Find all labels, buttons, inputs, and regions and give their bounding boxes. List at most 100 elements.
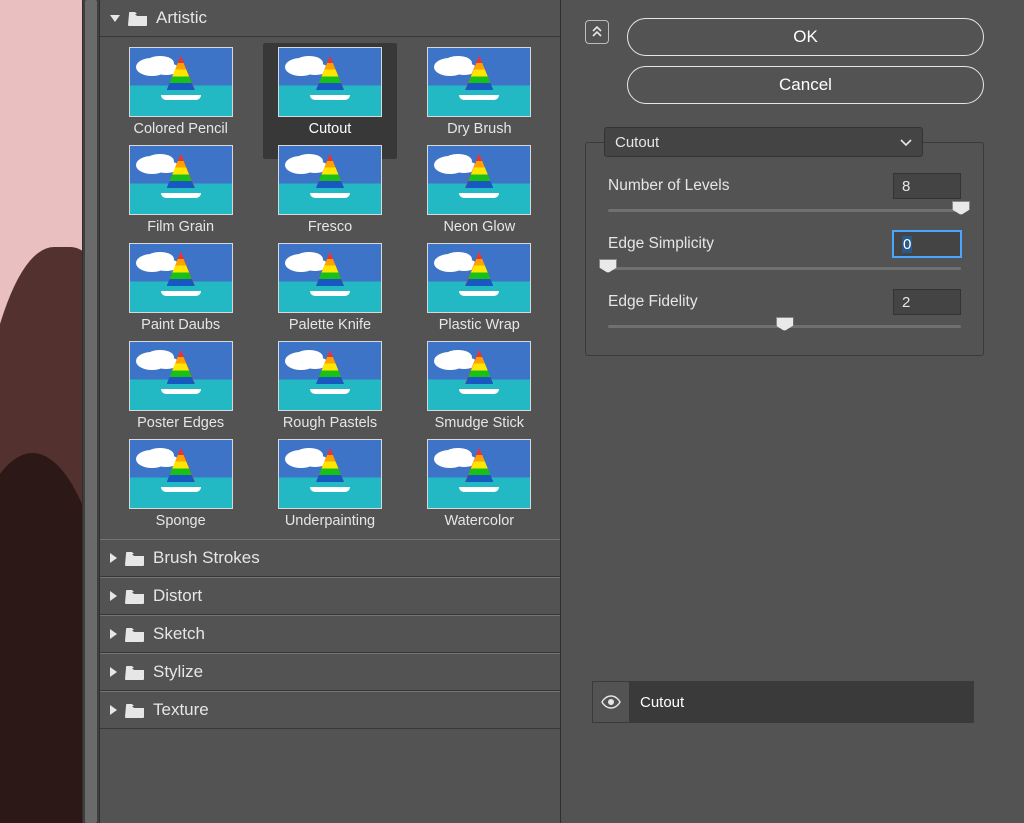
- filter-paint-daubs[interactable]: Paint Daubs: [114, 239, 248, 333]
- filter-plastic-wrap[interactable]: Plastic Wrap: [412, 239, 546, 333]
- slider-thumb[interactable]: [599, 259, 617, 273]
- disclosure-triangle-right-icon: [110, 667, 117, 677]
- category-stylize-header[interactable]: Stylize: [100, 653, 560, 691]
- category-label: Texture: [153, 700, 209, 720]
- category-brush-strokes-header[interactable]: Brush Strokes: [100, 539, 560, 577]
- filter-gallery-panel: Artistic Colored Pencil Cutout Dry Brush Fi…: [100, 0, 561, 823]
- filter-colored-pencil[interactable]: Colored Pencil: [114, 43, 248, 137]
- filter-film-grain[interactable]: Film Grain: [114, 141, 248, 235]
- filter-thumbnail: [427, 145, 531, 215]
- filter-label: Poster Edges: [137, 415, 224, 431]
- eye-icon: [601, 695, 621, 709]
- category-label: Brush Strokes: [153, 548, 260, 568]
- slider-thumb[interactable]: [952, 201, 970, 215]
- number-of-levels-slider[interactable]: [608, 203, 961, 217]
- filter-label: Colored Pencil: [134, 121, 228, 137]
- preview-scrollbar-thumb[interactable]: [85, 0, 97, 823]
- effect-layer-row[interactable]: Cutout: [630, 682, 973, 722]
- disclosure-triangle-right-icon: [110, 705, 117, 715]
- filter-palette-knife[interactable]: Palette Knife: [263, 239, 397, 333]
- disclosure-triangle-right-icon: [110, 591, 117, 601]
- disclosure-triangle-down-icon: [110, 15, 120, 22]
- category-label: Stylize: [153, 662, 203, 682]
- edge-fidelity-slider[interactable]: [608, 319, 961, 333]
- slider-thumb[interactable]: [776, 317, 794, 331]
- edge-simplicity-label: Edge Simplicity: [608, 235, 714, 253]
- folder-icon: [125, 589, 145, 604]
- filter-underpainting[interactable]: Underpainting: [263, 435, 397, 529]
- effect-layers-list: Cutout: [592, 681, 974, 723]
- preview-scrollbar[interactable]: [82, 0, 100, 823]
- number-of-levels-label: Number of Levels: [608, 177, 729, 195]
- filter-thumbnail: [129, 243, 233, 313]
- edge-simplicity-slider[interactable]: [608, 261, 961, 275]
- filter-label: Underpainting: [285, 513, 375, 529]
- filter-thumbnail: [129, 145, 233, 215]
- folder-icon: [125, 703, 145, 718]
- number-of-levels-input[interactable]: 8: [893, 173, 961, 199]
- disclosure-triangle-right-icon: [110, 629, 117, 639]
- category-label: Sketch: [153, 624, 205, 644]
- filter-smudge-stick[interactable]: Smudge Stick: [412, 337, 546, 431]
- filter-label: Sponge: [156, 513, 206, 529]
- filter-poster-edges[interactable]: Poster Edges: [114, 337, 248, 431]
- filter-thumbnail: [278, 341, 382, 411]
- filter-label: Palette Knife: [289, 317, 371, 333]
- cancel-button[interactable]: Cancel: [627, 66, 984, 104]
- edge-simplicity-input[interactable]: 0: [893, 231, 961, 257]
- filter-thumbnail: [427, 439, 531, 509]
- filter-thumbnail: [278, 47, 382, 117]
- category-artistic-label: Artistic: [156, 8, 207, 28]
- filter-thumbnail: [278, 243, 382, 313]
- preview-strip: [0, 0, 100, 823]
- filter-label: Smudge Stick: [435, 415, 524, 431]
- filter-thumbnail: [129, 439, 233, 509]
- filter-params-group: Cutout Number of Levels 8 Edge Si: [585, 142, 984, 356]
- filter-label: Film Grain: [147, 219, 214, 235]
- filter-rough-pastels[interactable]: Rough Pastels: [263, 337, 397, 431]
- folder-icon: [128, 11, 148, 26]
- chevron-down-icon: [900, 134, 912, 151]
- filter-fresco[interactable]: Fresco: [263, 141, 397, 235]
- filter-sponge[interactable]: Sponge: [114, 435, 248, 529]
- filter-thumbnail: [278, 145, 382, 215]
- category-artistic-header[interactable]: Artistic: [100, 0, 560, 37]
- filter-watercolor[interactable]: Watercolor: [412, 435, 546, 529]
- edge-fidelity-label: Edge Fidelity: [608, 293, 698, 311]
- filter-options-panel: OK Cancel Cutout Number of Levels: [561, 0, 1024, 823]
- filter-thumbnail-grid: Colored Pencil Cutout Dry Brush Film Grain F…: [100, 37, 560, 539]
- category-sketch-header[interactable]: Sketch: [100, 615, 560, 653]
- filter-label: Paint Daubs: [141, 317, 220, 333]
- filter-preset-value: Cutout: [615, 134, 659, 151]
- ok-button[interactable]: OK: [627, 18, 984, 56]
- filter-thumbnail: [427, 243, 531, 313]
- cancel-button-label: Cancel: [779, 75, 832, 95]
- filter-label: Plastic Wrap: [439, 317, 520, 333]
- layer-visibility-toggle[interactable]: [593, 682, 630, 722]
- filter-neon-glow[interactable]: Neon Glow: [412, 141, 546, 235]
- collapse-panel-button[interactable]: [585, 20, 609, 44]
- filter-label: Dry Brush: [447, 121, 511, 137]
- preview-image: [0, 0, 84, 823]
- category-distort-header[interactable]: Distort: [100, 577, 560, 615]
- folder-icon: [125, 665, 145, 680]
- filter-dry-brush[interactable]: Dry Brush: [412, 43, 546, 137]
- edge-fidelity-input[interactable]: 2: [893, 289, 961, 315]
- filter-thumbnail: [427, 341, 531, 411]
- disclosure-triangle-right-icon: [110, 553, 117, 563]
- filter-thumbnail: [278, 439, 382, 509]
- ok-button-label: OK: [793, 27, 818, 47]
- filter-label: Cutout: [309, 121, 352, 137]
- filter-label: Fresco: [308, 219, 352, 235]
- filter-thumbnail: [427, 47, 531, 117]
- folder-icon: [125, 627, 145, 642]
- filter-preset-dropdown[interactable]: Cutout: [604, 127, 923, 157]
- filter-thumbnail: [129, 341, 233, 411]
- effect-layer-name: Cutout: [640, 694, 684, 711]
- folder-icon: [125, 551, 145, 566]
- filter-label: Neon Glow: [443, 219, 515, 235]
- filter-label: Rough Pastels: [283, 415, 377, 431]
- category-texture-header[interactable]: Texture: [100, 691, 560, 729]
- filter-label: Watercolor: [445, 513, 515, 529]
- category-label: Distort: [153, 586, 202, 606]
